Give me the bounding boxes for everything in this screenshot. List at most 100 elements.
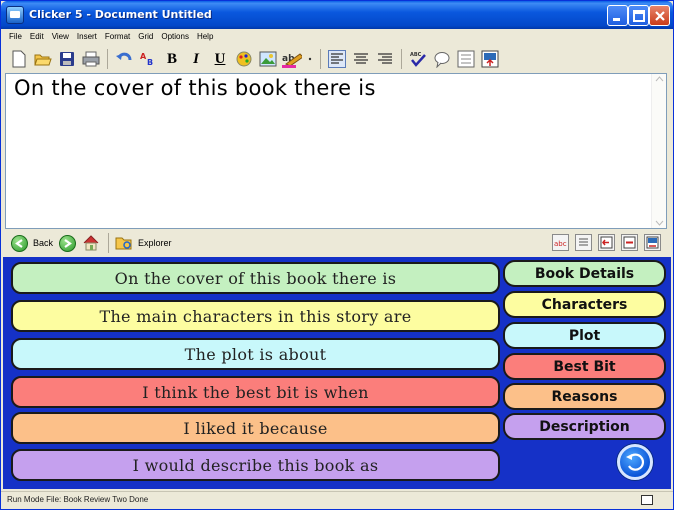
status-view-toggle[interactable] <box>641 495 653 505</box>
title-bar[interactable]: Clicker 5 - Document Untitled <box>1 1 673 29</box>
phrase-cell[interactable]: I liked it because <box>11 412 500 444</box>
new-document-icon <box>12 50 26 68</box>
grid-controls: abc <box>552 234 661 251</box>
speech-bubble-icon <box>434 52 450 68</box>
first-grid-icon <box>623 236 636 249</box>
align-right-icon <box>378 53 392 64</box>
tab-plot[interactable]: Plot <box>503 322 666 349</box>
clicker-app-icon <box>6 6 24 24</box>
close-icon <box>655 11 665 21</box>
forward-button[interactable] <box>59 234 77 252</box>
home-icon <box>83 235 99 251</box>
align-left-icon <box>328 50 346 68</box>
grid-view-button[interactable] <box>480 49 500 69</box>
spelling-check-button[interactable]: ABC <box>408 49 428 69</box>
status-text: Run Mode File: Book Review Two Done <box>7 495 149 504</box>
home-button[interactable] <box>82 234 100 252</box>
tab-book-details[interactable]: Book Details <box>503 260 666 287</box>
status-bar: Run Mode File: Book Review Two Done <box>1 491 673 509</box>
menu-help[interactable]: Help <box>193 29 217 45</box>
spellcheck-button[interactable]: AB <box>138 49 158 69</box>
picture-palette-icon <box>236 51 252 67</box>
tab-best-bit[interactable]: Best Bit <box>503 353 666 380</box>
document-editor[interactable]: On the cover of this book there is <box>5 73 667 229</box>
wordbank-button[interactable] <box>456 49 476 69</box>
maximize-icon <box>633 10 645 22</box>
highlight-button[interactable]: ab <box>282 49 302 69</box>
tab-reasons[interactable]: Reasons <box>503 383 666 410</box>
highlighter-icon: ab <box>282 53 302 68</box>
menu-grid[interactable]: Grid <box>134 29 157 45</box>
menu-options[interactable]: Options <box>157 29 193 45</box>
return-icon <box>646 236 659 249</box>
phrase-cell[interactable]: I would describe this book as <box>11 449 500 481</box>
align-left-button[interactable] <box>327 49 347 69</box>
spellcheck-ab-icon: AB <box>140 52 153 67</box>
maximize-button[interactable] <box>628 5 649 26</box>
refresh-icon <box>626 453 645 471</box>
minimize-button[interactable] <box>607 5 628 26</box>
toolbar-separator <box>401 49 402 69</box>
list-view-icon <box>579 238 588 246</box>
menu-view[interactable]: View <box>48 29 73 45</box>
italic-button[interactable]: I <box>186 49 206 69</box>
highlight-dropdown[interactable] <box>306 49 314 69</box>
back-button[interactable]: Back <box>11 234 53 252</box>
align-right-button[interactable] <box>375 49 395 69</box>
open-button[interactable] <box>33 49 53 69</box>
forward-arrow-icon <box>59 234 77 252</box>
scroll-up-icon[interactable] <box>655 76 664 82</box>
underline-button[interactable]: U <box>210 49 230 69</box>
phrase-cell[interactable]: The main characters in this story are <box>11 300 500 332</box>
menu-edit[interactable]: Edit <box>26 29 48 45</box>
phrase-cell[interactable]: On the cover of this book there is <box>11 262 500 294</box>
menu-format[interactable]: Format <box>101 29 134 45</box>
open-folder-icon <box>34 54 52 66</box>
first-grid-button[interactable] <box>621 234 638 251</box>
document-text[interactable]: On the cover of this book there is <box>14 76 376 100</box>
save-button[interactable] <box>57 49 77 69</box>
svg-text:ABC: ABC <box>410 52 422 58</box>
align-center-icon <box>354 53 368 64</box>
tab-description[interactable]: Description <box>503 413 666 440</box>
undo-button[interactable] <box>114 49 134 69</box>
toolbar: AB B I U ab ABC <box>1 45 673 73</box>
explorer-folder-icon <box>115 237 132 250</box>
speech-button[interactable] <box>432 49 452 69</box>
bold-button[interactable]: B <box>162 49 182 69</box>
return-button[interactable] <box>644 234 661 251</box>
print-button[interactable] <box>81 49 101 69</box>
phrase-cell[interactable]: The plot is about <box>11 338 500 370</box>
scroll-down-icon[interactable] <box>655 220 664 226</box>
image-button[interactable] <box>258 49 278 69</box>
window-title: Clicker 5 - Document Untitled <box>29 8 212 21</box>
abc-text-icon: abc <box>554 240 567 248</box>
list-view-button[interactable] <box>575 234 592 251</box>
toolbar-separator <box>320 49 321 69</box>
wordbank-icon <box>457 50 475 68</box>
previous-grid-button[interactable] <box>598 234 615 251</box>
menu-file[interactable]: File <box>5 29 26 45</box>
close-button[interactable] <box>649 5 670 26</box>
explorer-label: Explorer <box>138 238 172 248</box>
picture-button[interactable] <box>234 49 254 69</box>
refresh-button[interactable] <box>617 444 653 480</box>
new-document-button[interactable] <box>9 49 29 69</box>
phrase-cell[interactable]: I think the best bit is when <box>11 376 500 408</box>
minimize-icon <box>613 18 620 21</box>
undo-icon <box>116 52 132 61</box>
svg-text:abc: abc <box>554 240 567 248</box>
menu-bar: File Edit View Insert Format Grid Option… <box>1 29 673 45</box>
back-arrow-icon <box>11 234 28 252</box>
text-mode-button[interactable]: abc <box>552 234 569 251</box>
tab-characters[interactable]: Characters <box>503 291 666 318</box>
grid-view-icon <box>481 50 499 68</box>
printer-icon <box>82 51 100 67</box>
abc-check-icon: ABC <box>410 52 426 67</box>
menu-insert[interactable]: Insert <box>73 29 101 45</box>
document-scrollbar[interactable] <box>651 74 666 228</box>
save-disk-icon <box>60 52 74 66</box>
dropdown-arrow-icon <box>308 57 312 61</box>
align-center-button[interactable] <box>351 49 371 69</box>
explorer-button[interactable]: Explorer <box>115 234 172 252</box>
